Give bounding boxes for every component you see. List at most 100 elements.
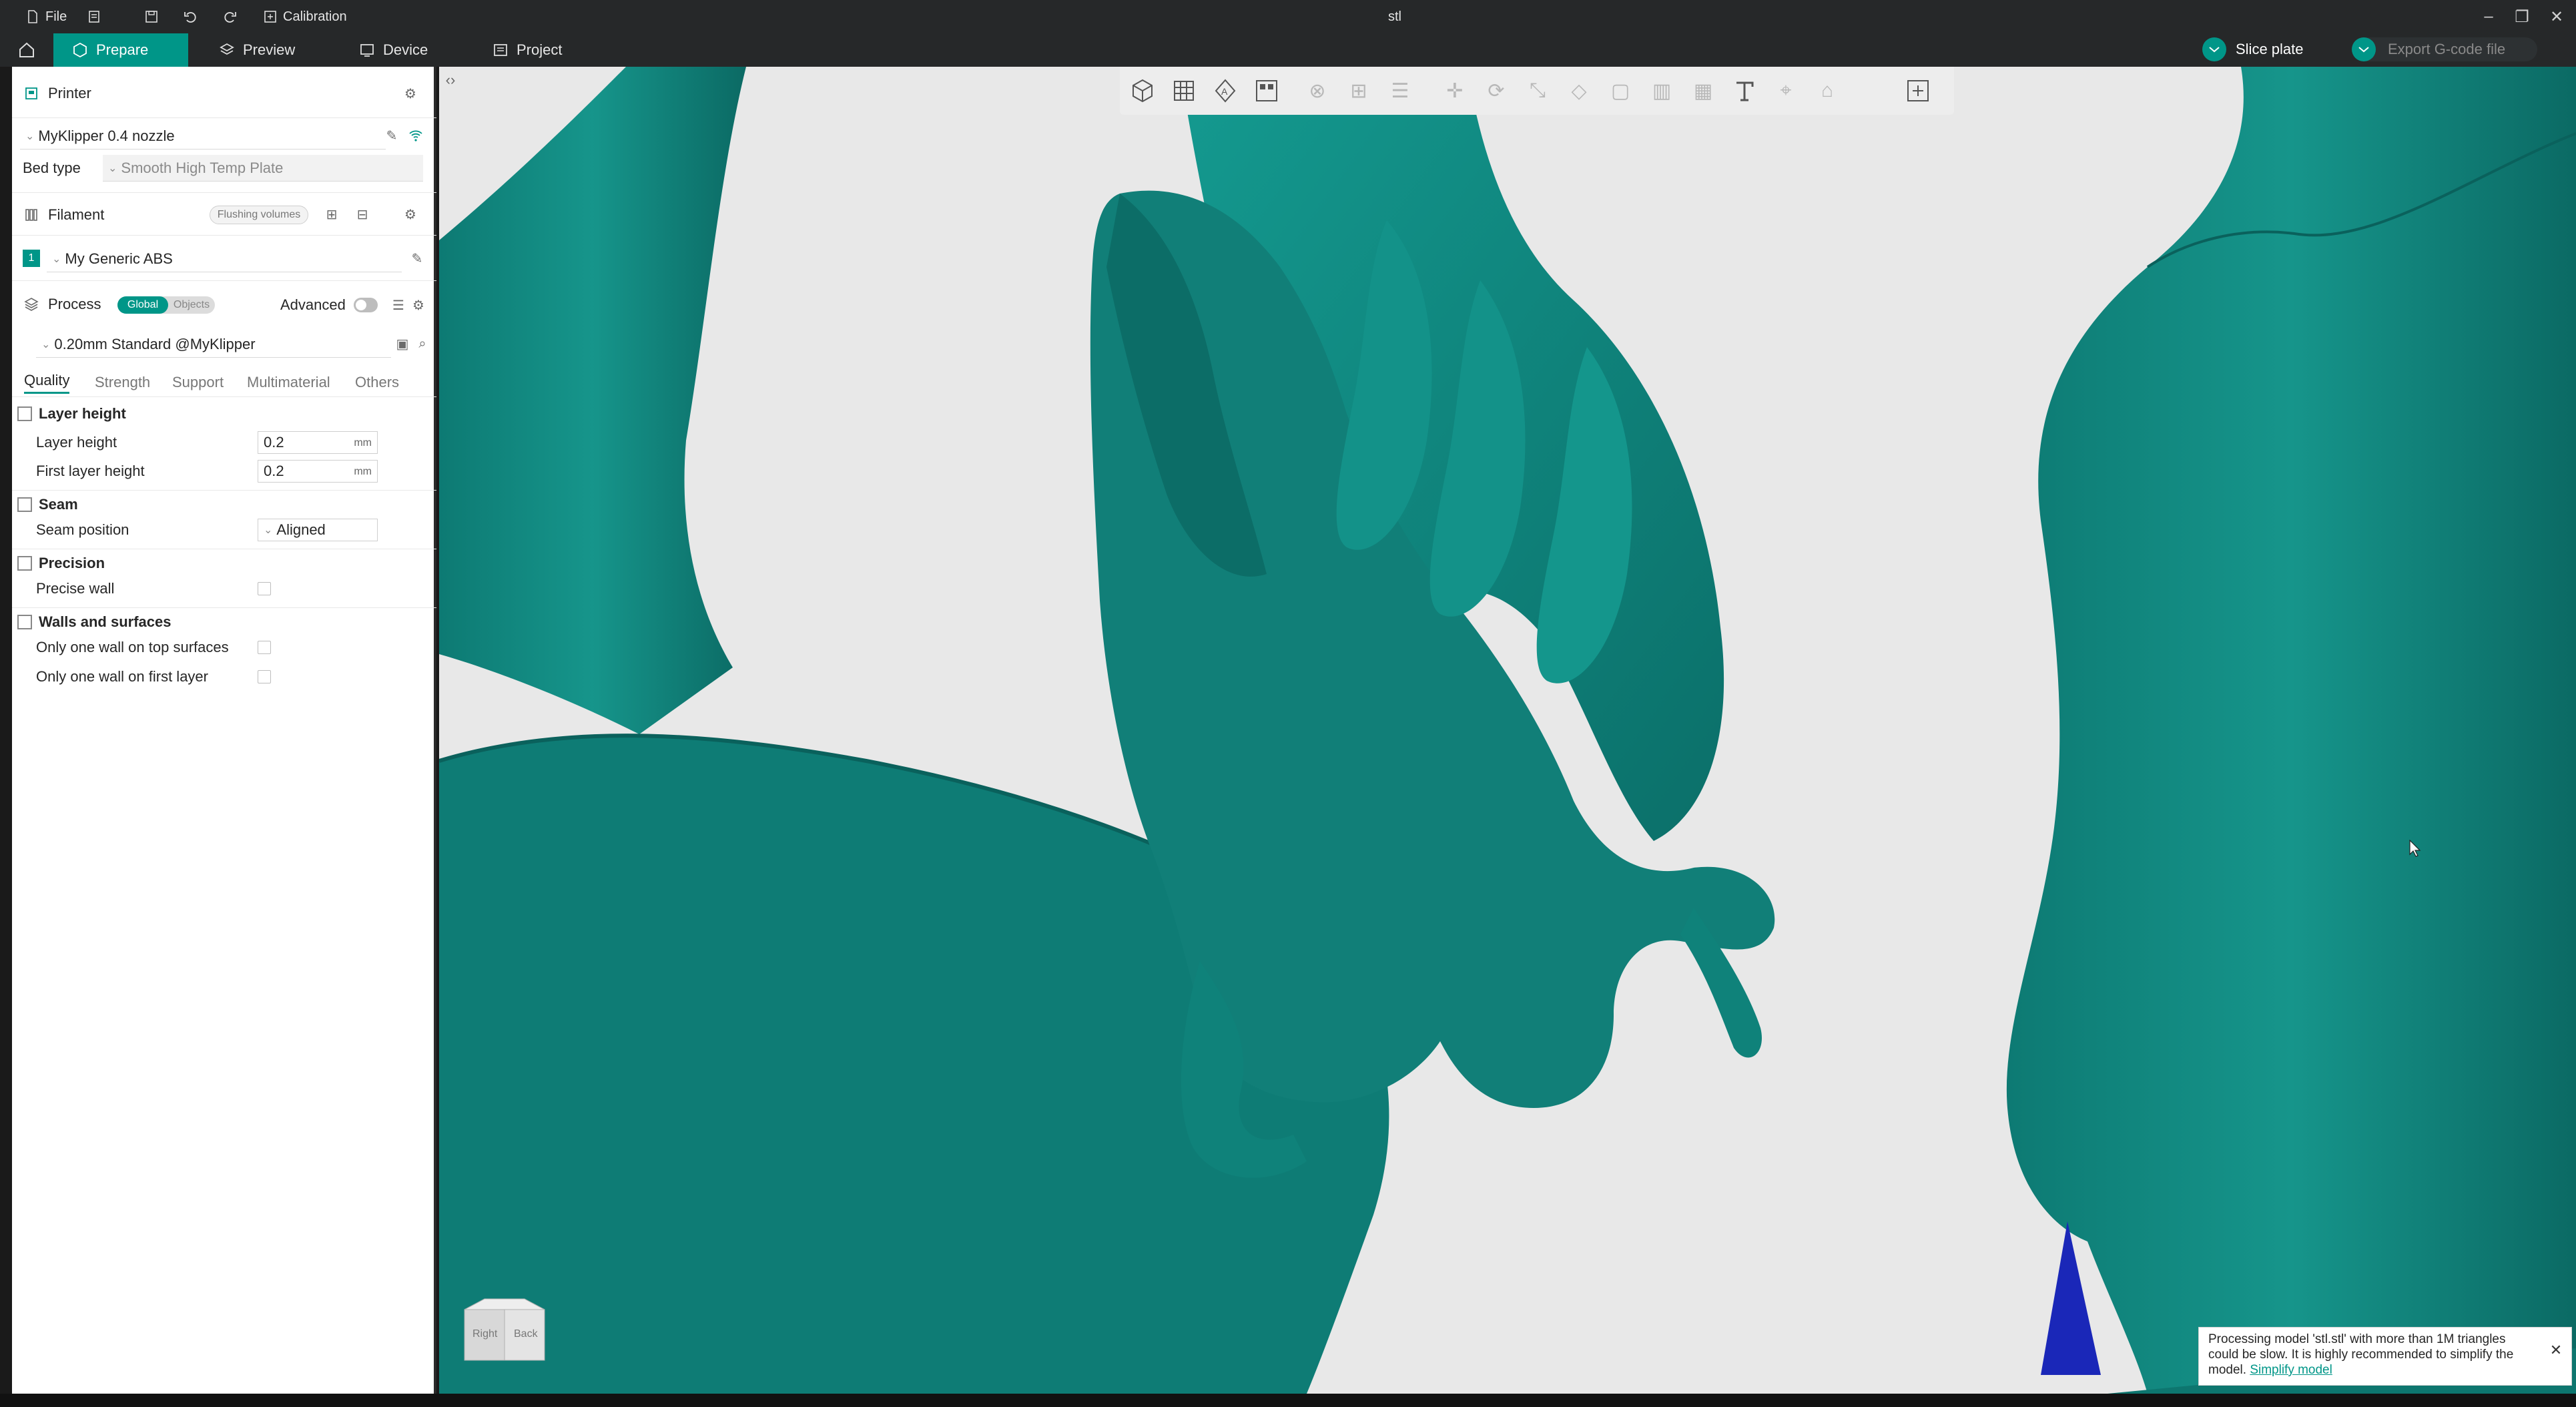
printer-settings-icon[interactable]: ⚙ [402, 85, 419, 102]
precision-group-title: Precision [39, 555, 105, 571]
taskbar-strip [0, 1394, 2576, 1407]
seam-icon [17, 497, 32, 512]
one-wall-first-checkbox[interactable] [258, 670, 271, 683]
simplify-notification: Processing model 'stl.stl' with more tha… [2198, 1327, 2572, 1386]
file-icon [28, 10, 37, 23]
close-window-icon[interactable]: ✕ [2540, 0, 2573, 33]
advanced-switch[interactable] [354, 298, 378, 312]
tab-project[interactable]: Project [474, 33, 581, 67]
process-settings-icon[interactable]: ⚙ [410, 296, 427, 314]
layer-height-input[interactable]: 0.2 mm [258, 431, 378, 454]
subtab-strength[interactable]: Strength [95, 374, 150, 391]
wifi-icon[interactable] [407, 127, 424, 144]
window-title: stl [1388, 9, 1401, 24]
support-paint-icon[interactable]: ▥ [1646, 75, 1678, 107]
redo-button[interactable] [223, 0, 238, 33]
global-toggle[interactable]: Global [117, 296, 168, 314]
cube-icon [73, 42, 87, 58]
rotate-icon[interactable]: ⟳ [1480, 75, 1512, 107]
filament-select[interactable]: ⌄ My Generic ABS [47, 246, 402, 272]
subtab-support[interactable]: Support [172, 374, 224, 391]
move-icon[interactable]: ✛ [1439, 75, 1471, 107]
layer-height-unit: mm [354, 437, 372, 449]
export-toggle-icon [2352, 37, 2376, 61]
add-object-icon[interactable] [1126, 75, 1159, 107]
layers-editing-icon[interactable]: ☰ [1384, 75, 1416, 107]
variable-layer-icon[interactable] [1902, 75, 1934, 107]
auto-orient-icon[interactable]: A [1209, 75, 1241, 107]
tab-prepare[interactable]: Prepare [53, 33, 188, 67]
notes-button[interactable] [87, 0, 101, 33]
edit-printer-icon[interactable]: ✎ [383, 127, 400, 144]
undo-button[interactable] [183, 0, 198, 33]
tab-device[interactable]: Device [340, 33, 446, 67]
simplify-model-link[interactable]: Simplify model [2250, 1363, 2332, 1377]
calibration-menu[interactable]: Calibration [263, 0, 347, 33]
process-profile-select[interactable]: ⌄ 0.20mm Standard @MyKlipper [36, 331, 391, 358]
one-wall-top-checkbox[interactable] [258, 641, 271, 654]
remove-filament-icon[interactable]: ⊟ [354, 206, 371, 223]
export-gcode-button[interactable]: Export G-code file [2352, 37, 2537, 61]
bed-type-value: Smooth High Temp Plate [121, 159, 284, 176]
objects-toggle[interactable]: Objects [168, 296, 215, 314]
home-button[interactable] [0, 33, 53, 67]
view-cube[interactable]: Right Back [458, 1296, 551, 1363]
assembly-icon[interactable]: ⌂ [1811, 75, 1843, 107]
seam-position-label: Seam position [36, 521, 129, 538]
file-menu[interactable]: File [25, 0, 67, 33]
close-icon[interactable]: ✕ [2547, 1341, 2565, 1358]
slice-plate-label: Slice plate [2236, 41, 2304, 57]
view-cube-back-label[interactable]: Back [514, 1328, 538, 1340]
filament-slot-badge[interactable]: 1 [23, 250, 40, 267]
first-layer-height-value: 0.2 [264, 463, 284, 479]
split-objects-icon[interactable]: ⊗ [1301, 75, 1333, 107]
cut-icon[interactable]: ▢ [1604, 75, 1636, 107]
measure-icon[interactable]: ⌖ [1770, 75, 1802, 107]
tab-preview[interactable]: Preview [200, 33, 314, 67]
restore-icon[interactable]: ❐ [2505, 0, 2539, 33]
arrange-icon[interactable] [1251, 75, 1283, 107]
split-parts-icon[interactable]: ⊞ [1343, 75, 1375, 107]
first-layer-height-unit: mm [354, 466, 372, 477]
chevron-down-icon: ⌄ [264, 525, 273, 536]
edit-filament-icon[interactable]: ✎ [408, 250, 426, 267]
scale-icon[interactable]: ⤡ [1522, 75, 1554, 107]
save-profile-icon[interactable]: ▣ [394, 335, 411, 352]
process-scope-toggle[interactable]: Global Objects [117, 296, 215, 314]
save-button[interactable] [144, 0, 159, 33]
add-plate-icon[interactable] [1168, 75, 1200, 107]
text-tool-icon[interactable] [1728, 75, 1760, 107]
title-bar: File Calibration stl – ❐ ✕ [0, 0, 2576, 33]
precise-wall-checkbox[interactable] [258, 582, 271, 595]
view-cube-right-label[interactable]: Right [472, 1328, 497, 1340]
printer-header: Printer [12, 80, 436, 107]
filament-settings-icon[interactable]: ⚙ [402, 206, 419, 223]
collapse-sidebar-icon[interactable]: ‹› [439, 67, 462, 93]
lay-on-face-icon[interactable]: ◇ [1563, 75, 1595, 107]
precise-wall-row: Precise wall [12, 575, 436, 602]
search-icon[interactable]: ⌕ [414, 335, 431, 352]
model-render[interactable] [439, 67, 2576, 1394]
layer-height-value: 0.2 [264, 434, 284, 451]
first-layer-height-input[interactable]: 0.2 mm [258, 460, 378, 483]
seam-paint-icon[interactable]: ▦ [1687, 75, 1719, 107]
printer-select[interactable]: ⌄ MyKlipper 0.4 nozzle [20, 123, 386, 150]
layer-height-group-title: Layer height [39, 405, 126, 422]
subtab-multimaterial[interactable]: Multimaterial [247, 374, 330, 391]
chevron-down-icon: ⌄ [25, 130, 35, 142]
add-filament-icon[interactable]: ⊞ [323, 206, 340, 223]
save-icon [145, 11, 157, 23]
3d-viewport[interactable]: ‹› A ⊗ ⊞ ☰ ✛ ⟳ ⤡ ◇ ▢ ▥ ▦ ⌖ ⌂ Right Back [439, 67, 2576, 1394]
subtab-quality[interactable]: Quality [24, 372, 70, 394]
subtab-others[interactable]: Others [355, 374, 399, 391]
printer-section-title: Printer [48, 85, 91, 101]
minimize-icon[interactable]: – [2472, 0, 2505, 33]
seam-position-select[interactable]: ⌄ Aligned [258, 519, 378, 541]
bed-type-select[interactable]: ⌄ Smooth High Temp Plate [103, 155, 423, 182]
project-icon [494, 44, 507, 56]
printer-icon [25, 87, 37, 99]
process-compare-icon[interactable]: ☰ [390, 296, 407, 314]
slice-plate-button[interactable]: Slice plate [2202, 37, 2333, 61]
main-tab-bar: Prepare Preview Device Project [0, 33, 2576, 67]
flushing-volumes-button[interactable]: Flushing volumes [210, 206, 308, 224]
